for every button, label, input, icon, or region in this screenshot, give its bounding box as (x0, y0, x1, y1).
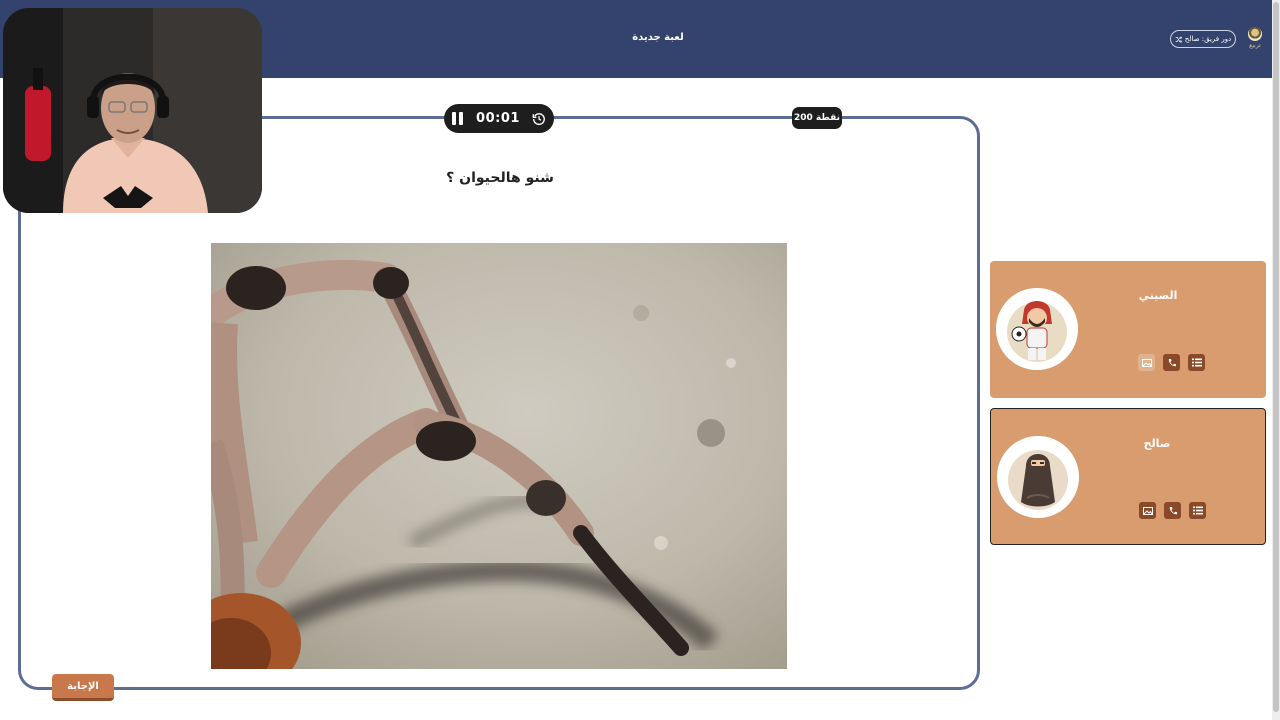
phone-icon[interactable] (1163, 354, 1180, 371)
logo-text: تربيع (1249, 42, 1261, 49)
double-image-icon[interactable] (1139, 502, 1156, 519)
team-card-saleh: صالح (990, 408, 1266, 545)
team-tools (1138, 354, 1205, 371)
list-icon[interactable] (1188, 354, 1205, 371)
team-tools (1139, 502, 1206, 519)
double-image-icon[interactable] (1138, 354, 1155, 371)
veiled-woman-avatar (997, 436, 1079, 518)
pause-icon[interactable] (452, 112, 464, 125)
team-card-alsini: الصيني (990, 261, 1266, 398)
shuffle-icon (1175, 35, 1182, 43)
footballer-avatar (996, 288, 1078, 370)
webcam-overlay (3, 8, 262, 213)
restart-timer-icon[interactable] (532, 112, 546, 126)
logo-crest-icon (1248, 27, 1262, 41)
question-text: شنو هالحيوان ؟ (446, 170, 554, 186)
turn-indicator[interactable]: دور فريق: صالح (1170, 30, 1236, 48)
points-badge: 200 نقطة (792, 107, 842, 129)
phone-icon[interactable] (1164, 502, 1181, 519)
timer: 00:01 (444, 104, 554, 133)
new-game-link[interactable]: لعبة جديدة (610, 32, 706, 43)
answer-button[interactable]: الإجابة (52, 674, 114, 701)
list-icon[interactable] (1189, 502, 1206, 519)
turn-label: دور فريق: صالح (1184, 35, 1232, 43)
team-name: الصيني (1138, 289, 1178, 302)
question-image (211, 243, 787, 669)
spider-legs-photo (211, 243, 787, 669)
streamer-webcam-image (3, 8, 262, 213)
app-logo[interactable]: تربيع (1245, 27, 1265, 53)
team-name: صالح (1143, 437, 1171, 450)
timer-display: 00:01 (476, 111, 520, 126)
scrollbar-thumb[interactable] (1273, 2, 1279, 712)
